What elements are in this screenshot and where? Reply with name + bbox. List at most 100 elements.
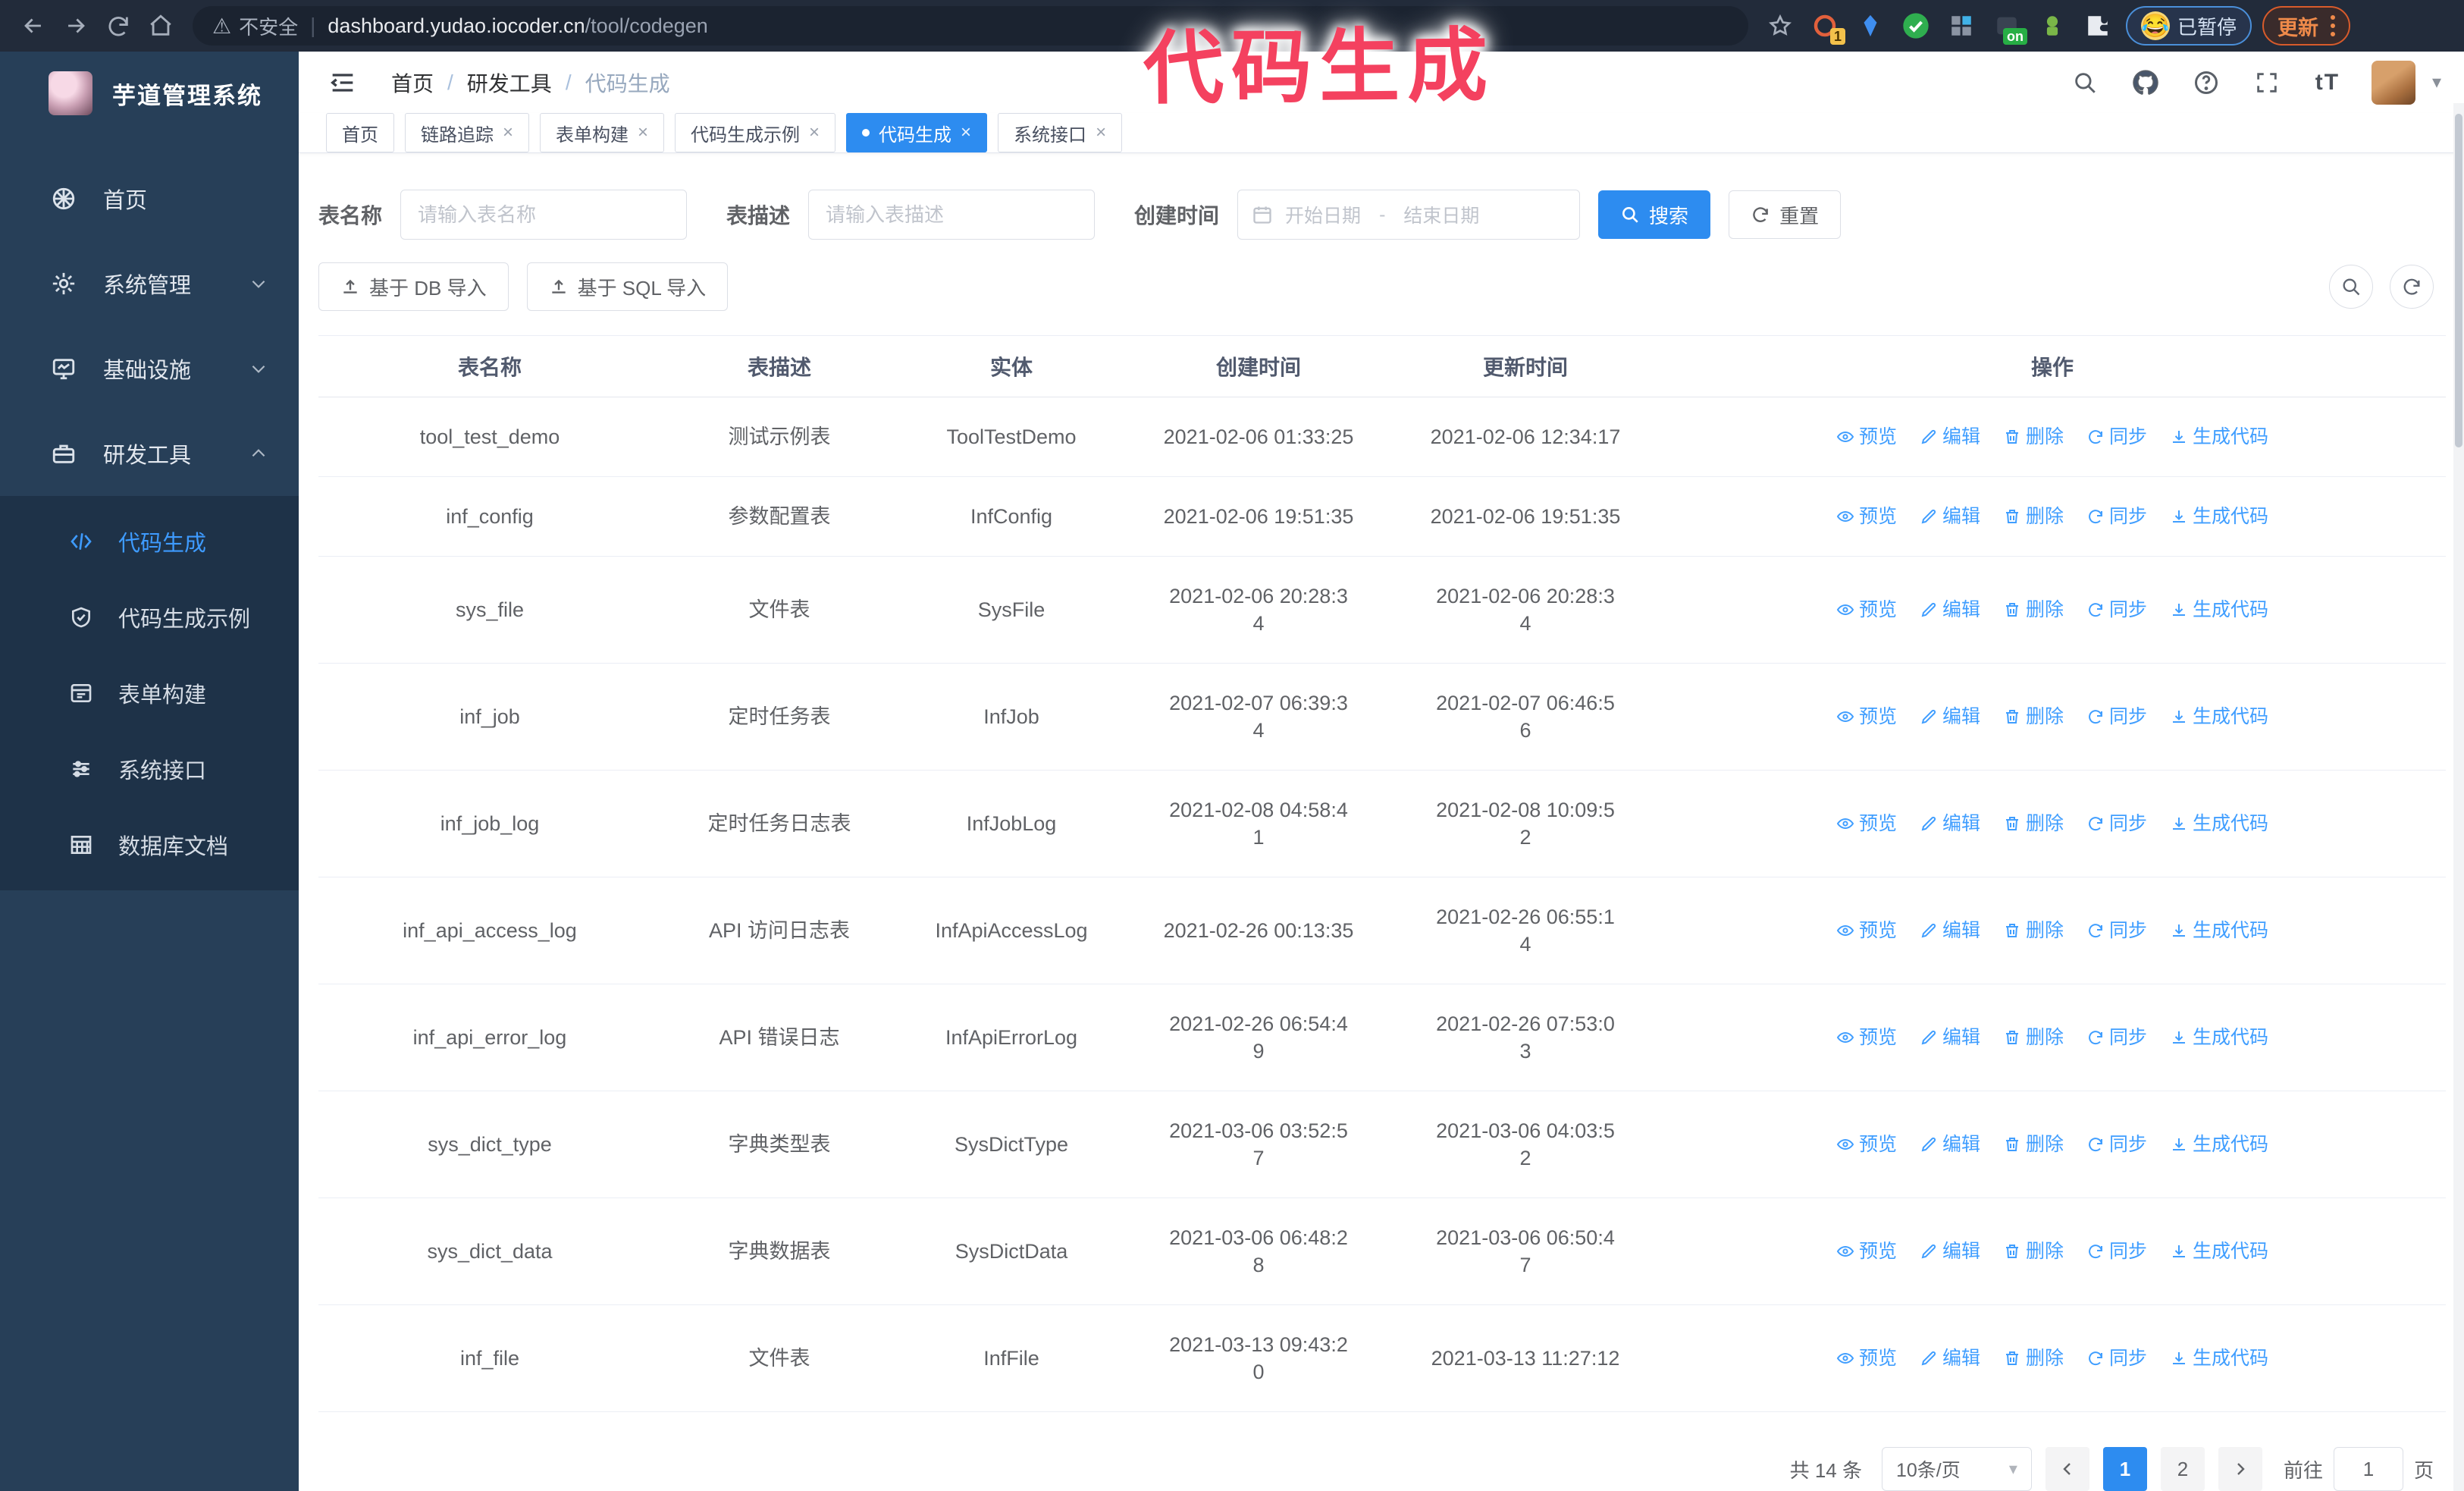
date-range-picker[interactable]: 开始日期 - 结束日期 [1237,190,1581,240]
tag-codegen-example[interactable]: 代码生成示例 × [675,113,836,152]
sidebar-item-codegen-example[interactable]: 代码生成示例 [0,579,299,655]
sidebar-item-infra[interactable]: 基础设施 [0,326,299,411]
delete-link[interactable]: 删除 [2003,1024,2064,1051]
collapse-menu-icon[interactable] [326,66,359,99]
extension-dark-icon[interactable]: on [1989,8,2027,45]
close-icon[interactable]: × [503,122,513,143]
browser-reload-icon[interactable] [97,5,140,47]
delete-link[interactable]: 删除 [2003,596,2064,623]
edit-link[interactable]: 编辑 [1920,703,1980,730]
sidebar-item-codegen[interactable]: 代码生成 [0,504,299,579]
bookmark-star-icon[interactable] [1759,5,1801,47]
update-button[interactable]: 更新 [2262,6,2351,46]
close-icon[interactable]: × [809,122,820,143]
edit-link[interactable]: 编辑 [1920,1024,1980,1051]
close-icon[interactable]: × [638,122,648,143]
preview-link[interactable]: 预览 [1836,596,1897,623]
edit-link[interactable]: 编辑 [1920,1238,1980,1265]
delete-link[interactable]: 删除 [2003,703,2064,730]
extension-robot-icon[interactable] [2035,8,2070,43]
preview-link[interactable]: 预览 [1836,810,1897,837]
page-size-select[interactable]: 10条/页 ▾ [1881,1447,2032,1491]
import-db-button[interactable]: 基于 DB 导入 [318,262,509,311]
sync-link[interactable]: 同步 [2086,1238,2147,1265]
browser-back-icon[interactable] [12,5,55,47]
close-icon[interactable]: × [961,122,971,143]
sync-link[interactable]: 同步 [2086,917,2147,944]
preview-link[interactable]: 预览 [1836,917,1897,944]
prev-page-button[interactable] [2045,1447,2089,1491]
reset-button[interactable]: 重置 [1729,190,1842,239]
extension-orange-icon[interactable]: 1 [1807,8,1845,45]
preview-link[interactable]: 预览 [1836,1238,1897,1265]
close-icon[interactable]: × [1096,122,1106,143]
window-scrollbar[interactable] [2453,103,2464,1491]
delete-link[interactable]: 删除 [2003,810,2064,837]
edit-link[interactable]: 编辑 [1920,1131,1980,1158]
edit-link[interactable]: 编辑 [1920,503,1980,530]
breadcrumb-home[interactable]: 首页 [391,67,434,98]
browser-home-icon[interactable] [140,5,182,47]
preview-link[interactable]: 预览 [1836,1024,1897,1051]
page-button-2[interactable]: 2 [2160,1447,2205,1491]
generate-code-link[interactable]: 生成代码 [2170,1131,2268,1158]
tag-tracing[interactable]: 链路追踪 × [405,113,530,152]
browser-menu-icon[interactable] [2331,15,2336,36]
generate-code-link[interactable]: 生成代码 [2170,1238,2268,1265]
sync-link[interactable]: 同步 [2086,1345,2147,1372]
refresh-table-button[interactable] [2390,265,2434,309]
table-desc-input[interactable] [808,190,1096,240]
search-icon[interactable] [2068,66,2102,99]
scrollbar-thumb[interactable] [2455,114,2462,447]
sync-link[interactable]: 同步 [2086,503,2147,530]
search-button[interactable]: 搜索 [1598,190,1711,239]
generate-code-link[interactable]: 生成代码 [2170,596,2268,623]
preview-link[interactable]: 预览 [1836,503,1897,530]
fullscreen-icon[interactable] [2250,66,2284,99]
delete-link[interactable]: 删除 [2003,423,2064,450]
generate-code-link[interactable]: 生成代码 [2170,423,2268,450]
sync-link[interactable]: 同步 [2086,596,2147,623]
sync-link[interactable]: 同步 [2086,1131,2147,1158]
breadcrumb-devtools[interactable]: 研发工具 [467,67,552,98]
sidebar-item-form-builder[interactable]: 表单构建 [0,655,299,731]
generate-code-link[interactable]: 生成代码 [2170,917,2268,944]
page-jump-input[interactable] [2333,1447,2403,1491]
delete-link[interactable]: 删除 [2003,917,2064,944]
sidebar-item-system-api[interactable]: 系统接口 [0,731,299,807]
extension-gem-icon[interactable] [1853,8,1888,43]
generate-code-link[interactable]: 生成代码 [2170,503,2268,530]
extension-puzzle-icon[interactable] [2080,8,2115,43]
preview-link[interactable]: 预览 [1836,1131,1897,1158]
generate-code-link[interactable]: 生成代码 [2170,1024,2268,1051]
sidebar-item-system[interactable]: 系统管理 [0,241,299,326]
sync-link[interactable]: 同步 [2086,703,2147,730]
extension-grid-icon[interactable] [1944,8,1979,43]
toggle-search-button[interactable] [2329,265,2373,309]
sidebar-item-db-doc[interactable]: 数据库文档 [0,807,299,883]
tag-home[interactable]: 首页 [326,113,394,152]
delete-link[interactable]: 删除 [2003,1131,2064,1158]
edit-link[interactable]: 编辑 [1920,917,1980,944]
edit-link[interactable]: 编辑 [1920,423,1980,450]
address-bar[interactable]: ⚠ 不安全 | dashboard.yudao.iocoder.cn/tool/… [193,6,1748,46]
tag-system-api[interactable]: 系统接口 × [998,113,1123,152]
tag-form-builder[interactable]: 表单构建 × [540,113,665,152]
paused-badge[interactable]: 😂 已暂停 [2126,6,2252,46]
import-sql-button[interactable]: 基于 SQL 导入 [526,262,729,311]
extension-check-icon[interactable] [1898,8,1933,43]
preview-link[interactable]: 预览 [1836,703,1897,730]
tag-codegen-active[interactable]: 代码生成 × [846,113,988,152]
app-logo-row[interactable]: 芋道管理系统 [0,52,299,135]
sidebar-item-home[interactable]: 首页 [0,156,299,241]
browser-forward-icon[interactable] [55,5,97,47]
next-page-button[interactable] [2218,1447,2262,1491]
sidebar-item-devtools[interactable]: 研发工具 [0,411,299,496]
help-icon[interactable] [2190,66,2223,99]
preview-link[interactable]: 预览 [1836,1345,1897,1372]
sync-link[interactable]: 同步 [2086,423,2147,450]
generate-code-link[interactable]: 生成代码 [2170,810,2268,837]
edit-link[interactable]: 编辑 [1920,810,1980,837]
generate-code-link[interactable]: 生成代码 [2170,1345,2268,1372]
edit-link[interactable]: 编辑 [1920,1345,1980,1372]
